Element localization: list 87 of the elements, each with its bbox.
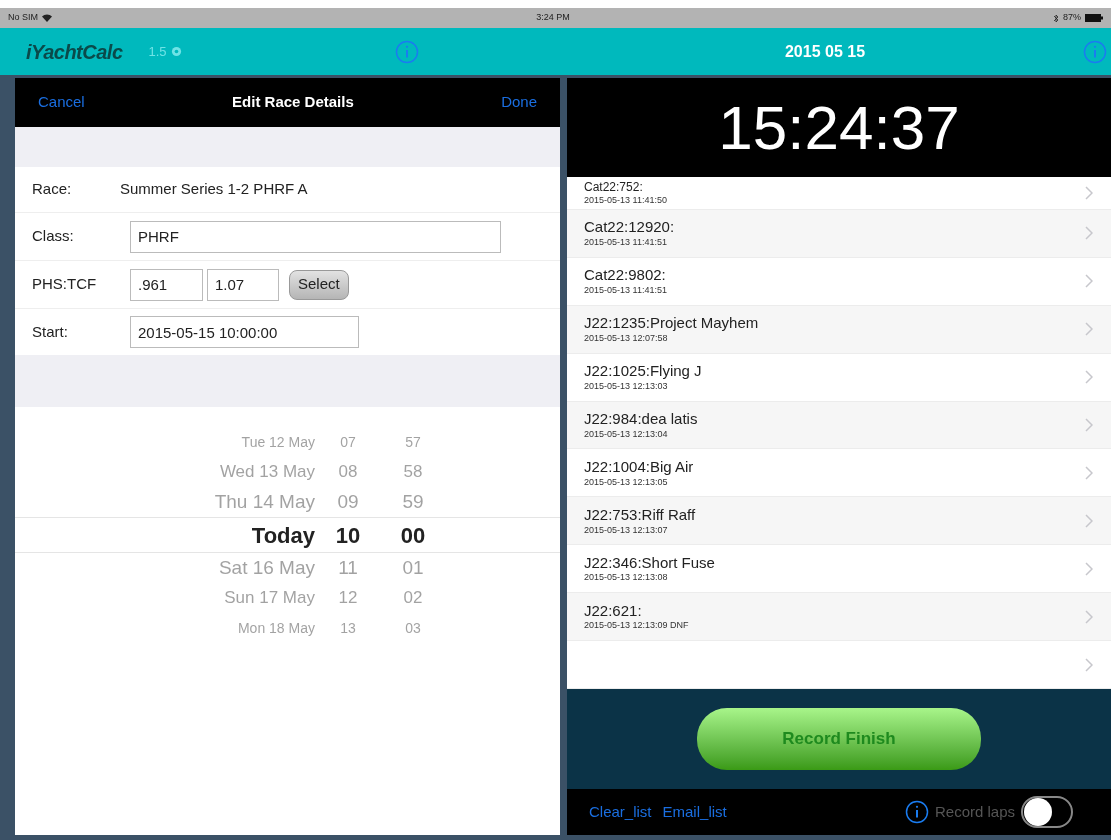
finish-time: 2015-05-13 11:41:51: [584, 285, 668, 297]
picker-minute: 02: [402, 587, 424, 610]
start-field[interactable]: 2015-05-15 10:00:00: [130, 316, 359, 348]
chevron-icon: [1085, 370, 1093, 385]
chevron-icon: [1085, 322, 1093, 337]
boat-name: J22:753:Riff Raff: [584, 505, 697, 525]
finish-time: 2015-05-13 12:13:09 DNF: [584, 620, 690, 632]
date-title: 2015 05 15: [784, 41, 866, 62]
boat-name: J22:1025:Flying J: [584, 362, 703, 381]
finish-time: 2015-05-13 11:41:51: [584, 237, 668, 249]
picker-minute: 00: [399, 521, 427, 550]
finish-row[interactable]: Cat22:12920: 2015-05-13 11:41:51: [567, 209, 1111, 258]
info-icon[interactable]: [904, 800, 929, 824]
cancel-button[interactable]: Cancel: [38, 91, 85, 114]
gear-icon[interactable]: [170, 46, 182, 57]
record-laps-label: Record laps: [934, 801, 1015, 822]
picker-minute: 01: [401, 555, 425, 580]
picker-day: Mon 18 May: [15, 617, 323, 639]
boat-name: J22:1235:Project Mayhem: [584, 314, 760, 333]
boat-name: Cat22:12920:: [584, 218, 676, 238]
chevron-icon: [1085, 465, 1093, 480]
date-picker[interactable]: Tue 12 May 07 57 Wed 13 May 08 58 Thu 14 May 09 59 Today 10 00 Sat 16 May 11 01 Sun 17 May 12 02 Mon 18 May 13 03: [15, 407, 560, 643]
picker-hour: 12: [337, 587, 359, 610]
chevron-icon: [1085, 418, 1093, 432]
chevron-icon: [1085, 185, 1093, 200]
picker-day: Thu 14 May: [15, 487, 323, 517]
chevron-icon: [1085, 609, 1093, 624]
boat-name: J22:621:: [584, 601, 643, 621]
picker-minute: 59: [401, 489, 425, 514]
finish-time: 2015-05-13 12:13:05: [584, 476, 669, 488]
chevron-icon: [1085, 513, 1093, 528]
finish-time: 2015-05-13 11:41:50: [584, 194, 668, 207]
battery-text: 87%: [1063, 11, 1081, 25]
picker-hour: 11: [337, 555, 359, 580]
finish-time: 2015-05-13 12:07:58: [584, 332, 669, 345]
picker-hour: 08: [337, 461, 359, 484]
tcf-field[interactable]: 1.07: [207, 268, 279, 301]
email-list-link[interactable]: Email_list: [662, 800, 727, 824]
picker-day: Today: [15, 518, 323, 552]
picker-day: Tue 12 May: [15, 431, 323, 453]
phs-field[interactable]: .961: [130, 268, 203, 301]
field-label: Race:: [32, 179, 73, 200]
battery-icon: [1085, 14, 1103, 22]
picker-hour: 10: [334, 521, 362, 550]
record-laps-toggle[interactable]: [1021, 796, 1073, 828]
version-text: 1.5: [148, 42, 167, 61]
clock-text: 3:24 PM: [536, 11, 570, 25]
picker-day: Wed 13 May: [15, 459, 323, 485]
finish-row[interactable]: J22:621: 2015-05-13 12:13:09 DNF: [567, 593, 1111, 642]
boat-name: J22:346:Short Fuse: [584, 553, 716, 573]
app-title: iYachtCalc: [26, 39, 123, 65]
picker-minute: 57: [404, 432, 422, 452]
race-clock: 15:24:37: [718, 96, 960, 159]
clear-list-link[interactable]: Clear_list: [589, 800, 652, 824]
bluetooth-icon: [1054, 13, 1059, 23]
field-label: Start:: [32, 321, 69, 342]
chevron-icon: [1085, 226, 1093, 241]
picker-day: Sun 17 May: [15, 585, 323, 611]
class-field[interactable]: PHRF: [130, 220, 501, 253]
race-name: Summer Series 1-2 PHRF A: [120, 179, 308, 200]
field-label: PHS:TCF: [32, 274, 98, 295]
chevron-icon: [1085, 274, 1093, 289]
picker-minute: 03: [404, 618, 422, 638]
finish-row[interactable]: J22:1235:Project Mayhem 2015-05-13 12:07:58: [567, 305, 1111, 354]
finish-row[interactable]: J22:984:dea latis 2015-05-13 12:13:04: [567, 401, 1111, 450]
boat-name: Cat22:752:: [584, 179, 644, 195]
done-button[interactable]: Done: [501, 91, 537, 114]
panel-title: Edit Race Details: [232, 92, 354, 113]
carrier-text: No SIM: [8, 11, 38, 25]
boat-name: J22:984:dea latis: [584, 410, 699, 429]
finish-time: 2015-05-13 12:13:04: [584, 428, 669, 440]
chevron-icon: [1085, 657, 1093, 672]
finish-time: 2015-05-13 12:13:03: [584, 380, 669, 393]
select-button[interactable]: Select: [289, 269, 349, 300]
field-label: Class:: [32, 226, 75, 247]
boat-name: Cat22:9802:: [584, 266, 667, 286]
boat-name: J22:1004:Big Air: [584, 457, 695, 477]
finish-time: 2015-05-13 12:13:07: [584, 524, 669, 536]
picker-hour: 09: [336, 489, 360, 514]
picker-hour: 07: [339, 432, 357, 452]
picker-hour: 13: [339, 618, 357, 638]
picker-minute: 58: [402, 461, 424, 484]
finish-row[interactable]: J22:753:Riff Raff 2015-05-13 12:13:07: [567, 497, 1111, 546]
finish-time: 2015-05-13 12:13:08: [584, 572, 669, 584]
picker-day: Sat 16 May: [15, 553, 323, 583]
wifi-icon: [42, 14, 52, 22]
chevron-icon: [1085, 561, 1093, 576]
